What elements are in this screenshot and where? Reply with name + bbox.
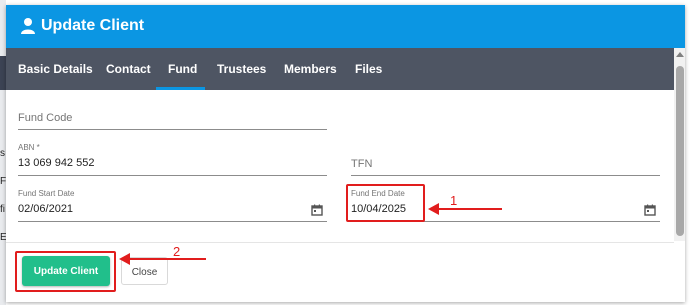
annotation-box-2 xyxy=(15,251,116,292)
person-icon xyxy=(21,18,35,34)
active-tab-indicator xyxy=(156,87,205,90)
abn-value: 13 069 942 552 xyxy=(18,157,95,169)
tab-bar: Basic Details Contact Fund Trustees Memb… xyxy=(6,48,674,90)
annotation-number-2: 2 xyxy=(173,244,181,259)
tab-fund[interactable]: Fund xyxy=(168,48,197,90)
tab-members[interactable]: Members xyxy=(284,48,337,90)
fund-code-field[interactable]: Fund Code xyxy=(18,105,327,131)
tab-files[interactable]: Files xyxy=(355,48,382,90)
tab-trustees[interactable]: Trustees xyxy=(217,48,266,90)
calendar-icon[interactable] xyxy=(644,204,656,216)
dialog-header: Update Client xyxy=(6,5,685,48)
annotation-number-1: 1 xyxy=(450,193,458,208)
fund-start-date-underline xyxy=(18,221,327,222)
tfn-field[interactable]: TFN xyxy=(351,150,660,177)
tab-basic-details[interactable]: Basic Details xyxy=(18,48,93,90)
abn-field[interactable]: ABN * 13 069 942 552 xyxy=(18,143,327,177)
scrollbar-thumb[interactable] xyxy=(676,66,684,236)
fund-start-date-label: Fund Start Date xyxy=(18,189,75,198)
tfn-underline xyxy=(351,175,660,176)
tab-contact[interactable]: Contact xyxy=(106,48,151,90)
fund-start-date-field[interactable]: Fund Start Date 02/06/2021 xyxy=(18,189,327,223)
annotation-box-1 xyxy=(346,184,425,222)
abn-label: ABN * xyxy=(18,143,40,152)
calendar-icon[interactable] xyxy=(311,204,323,216)
abn-underline xyxy=(18,175,327,176)
fund-start-date-value: 02/06/2021 xyxy=(18,203,74,215)
dialog-title: Update Client xyxy=(41,17,145,34)
fund-code-placeholder: Fund Code xyxy=(18,112,73,124)
fund-code-underline xyxy=(18,129,327,130)
tfn-placeholder: TFN xyxy=(351,158,373,170)
close-button[interactable]: Close xyxy=(121,257,168,285)
scroll-up-arrow-icon[interactable] xyxy=(676,52,684,57)
footer-divider xyxy=(6,242,674,243)
